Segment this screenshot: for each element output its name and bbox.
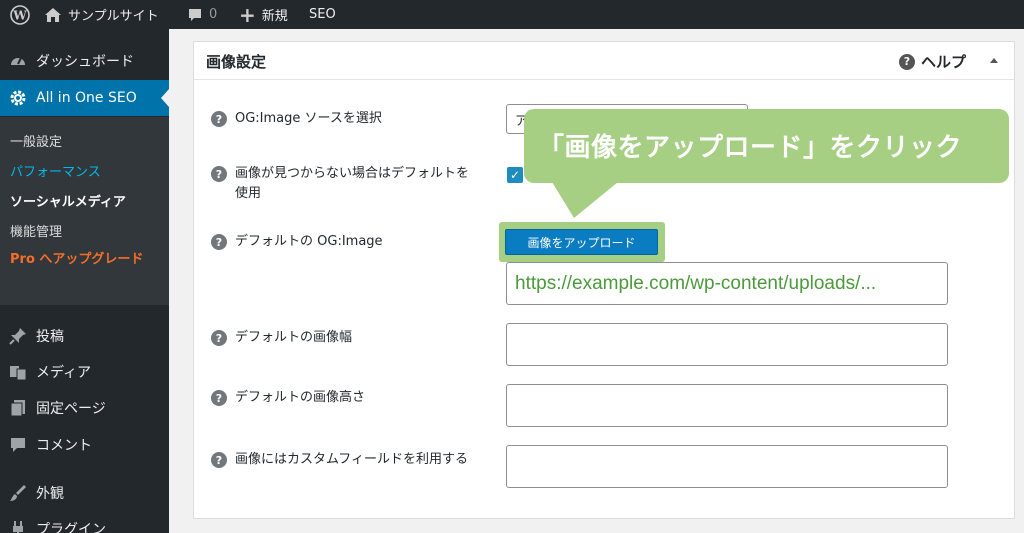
sidebar-item-label: メディア [36,365,92,381]
admin-sidebar: ダッシュボード All in One SEO 一般設定 パフォーマンス ソーシャ… [0,29,169,533]
sidebar-item-comments[interactable]: コメント [0,427,169,463]
default-height-field[interactable] [506,384,948,427]
seo-label: SEO [309,7,336,22]
current-menu-arrow [161,89,169,107]
help-toggle[interactable]: ? ヘルプ [899,51,966,72]
sidebar-item-label: プラグイン [36,522,106,533]
site-name-link[interactable]: サンプルサイト [44,0,159,29]
admin-bar: W サンプルサイト 0 + 新規 SEO [0,0,1024,29]
callout-text: 「画像をアップロード」をクリック [538,133,963,163]
submenu-social-media[interactable]: ソーシャルメディア [10,191,126,210]
sidebar-item-appearance[interactable]: 外観 [0,475,169,511]
comment-bubble-icon [187,7,203,23]
help-question-icon[interactable]: ? [211,111,227,127]
default-og-url-value: https://example.com/wp-content/uploads/.… [515,273,877,294]
collapse-arrow-icon[interactable] [990,58,998,63]
page-icon [0,399,36,417]
help-label: ヘルプ [921,53,967,71]
default-og-image-label: デフォルトの OG:Image [235,234,383,249]
home-icon [44,7,62,23]
default-width-label: デフォルトの画像幅 [235,330,353,345]
wordpress-logo-icon[interactable]: W [10,0,30,29]
comment-icon [0,436,36,454]
comments-link[interactable]: 0 [187,0,217,29]
help-question-icon[interactable]: ? [211,234,227,250]
panel-header[interactable]: 画像設定 ? ヘルプ [194,42,1014,80]
comments-count: 0 [209,7,218,22]
sidebar-item-label: All in One SEO [36,90,137,106]
default-if-missing-checkbox[interactable]: ✓ [507,167,523,183]
plug-icon [0,520,36,533]
sidebar-item-pages[interactable]: 固定ページ [0,390,169,426]
aioseo-submenu: 一般設定 パフォーマンス ソーシャルメディア 機能管理 Pro へアップグレード [0,117,169,305]
og-source-label: OG:Image ソースを選択 [235,111,382,126]
sidebar-item-media[interactable]: メディア [0,354,169,390]
custom-field-input[interactable] [506,445,948,488]
sidebar-item-label: 投稿 [36,329,64,345]
sidebar-item-label: コメント [36,438,92,454]
submenu-features[interactable]: 機能管理 [10,221,62,240]
panel-title: 画像設定 [206,53,267,71]
pro-upgrade-label: へアップグレード [34,252,144,267]
upload-image-button[interactable]: 画像をアップロード [505,229,658,255]
new-content-link[interactable]: + 新規 [239,0,288,29]
help-question-icon: ? [899,53,915,70]
callout-tail [552,182,618,218]
media-icon [0,363,36,381]
sidebar-item-all-in-one-seo[interactable]: All in One SEO [0,80,169,116]
callout-annotation: 「画像をアップロード」をクリック [524,109,1009,183]
default-og-url-field[interactable]: https://example.com/wp-content/uploads/.… [506,262,948,305]
sidebar-item-plugins[interactable]: プラグイン [0,511,169,533]
svg-text:W: W [12,8,27,22]
default-width-field[interactable] [506,323,948,366]
seo-menu-link[interactable]: SEO [309,0,336,29]
sidebar-item-dashboard[interactable]: ダッシュボード [0,43,169,79]
submenu-upgrade-pro[interactable]: Pro へアップグレード [10,249,160,271]
custom-field-label: 画像にはカスタムフィールドを利用する [235,452,468,467]
submenu-general[interactable]: 一般設定 [10,131,62,150]
pro-prefix: Pro [10,252,35,267]
help-question-icon[interactable]: ? [211,330,227,346]
help-question-icon[interactable]: ? [211,390,227,406]
dashboard-gauge-icon [0,52,36,70]
default-height-label: デフォルトの画像高さ [235,390,366,405]
new-label: 新規 [261,9,288,24]
sidebar-item-label: 固定ページ [36,401,106,417]
gear-icon [0,88,36,108]
help-question-icon[interactable]: ? [211,166,227,182]
plus-icon: + [239,2,256,27]
pushpin-icon [0,327,36,345]
help-question-icon[interactable]: ? [211,452,227,468]
sidebar-item-label: ダッシュボード [36,54,134,70]
submenu-performance[interactable]: パフォーマンス [10,161,101,180]
default-if-missing-label: 画像が見つからない場合はデフォルトを使用 [235,166,470,201]
sidebar-item-label: 外観 [36,486,64,502]
site-name-label: サンプルサイト [68,9,159,24]
sidebar-item-posts[interactable]: 投稿 [0,318,169,354]
paintbrush-icon [0,484,36,502]
